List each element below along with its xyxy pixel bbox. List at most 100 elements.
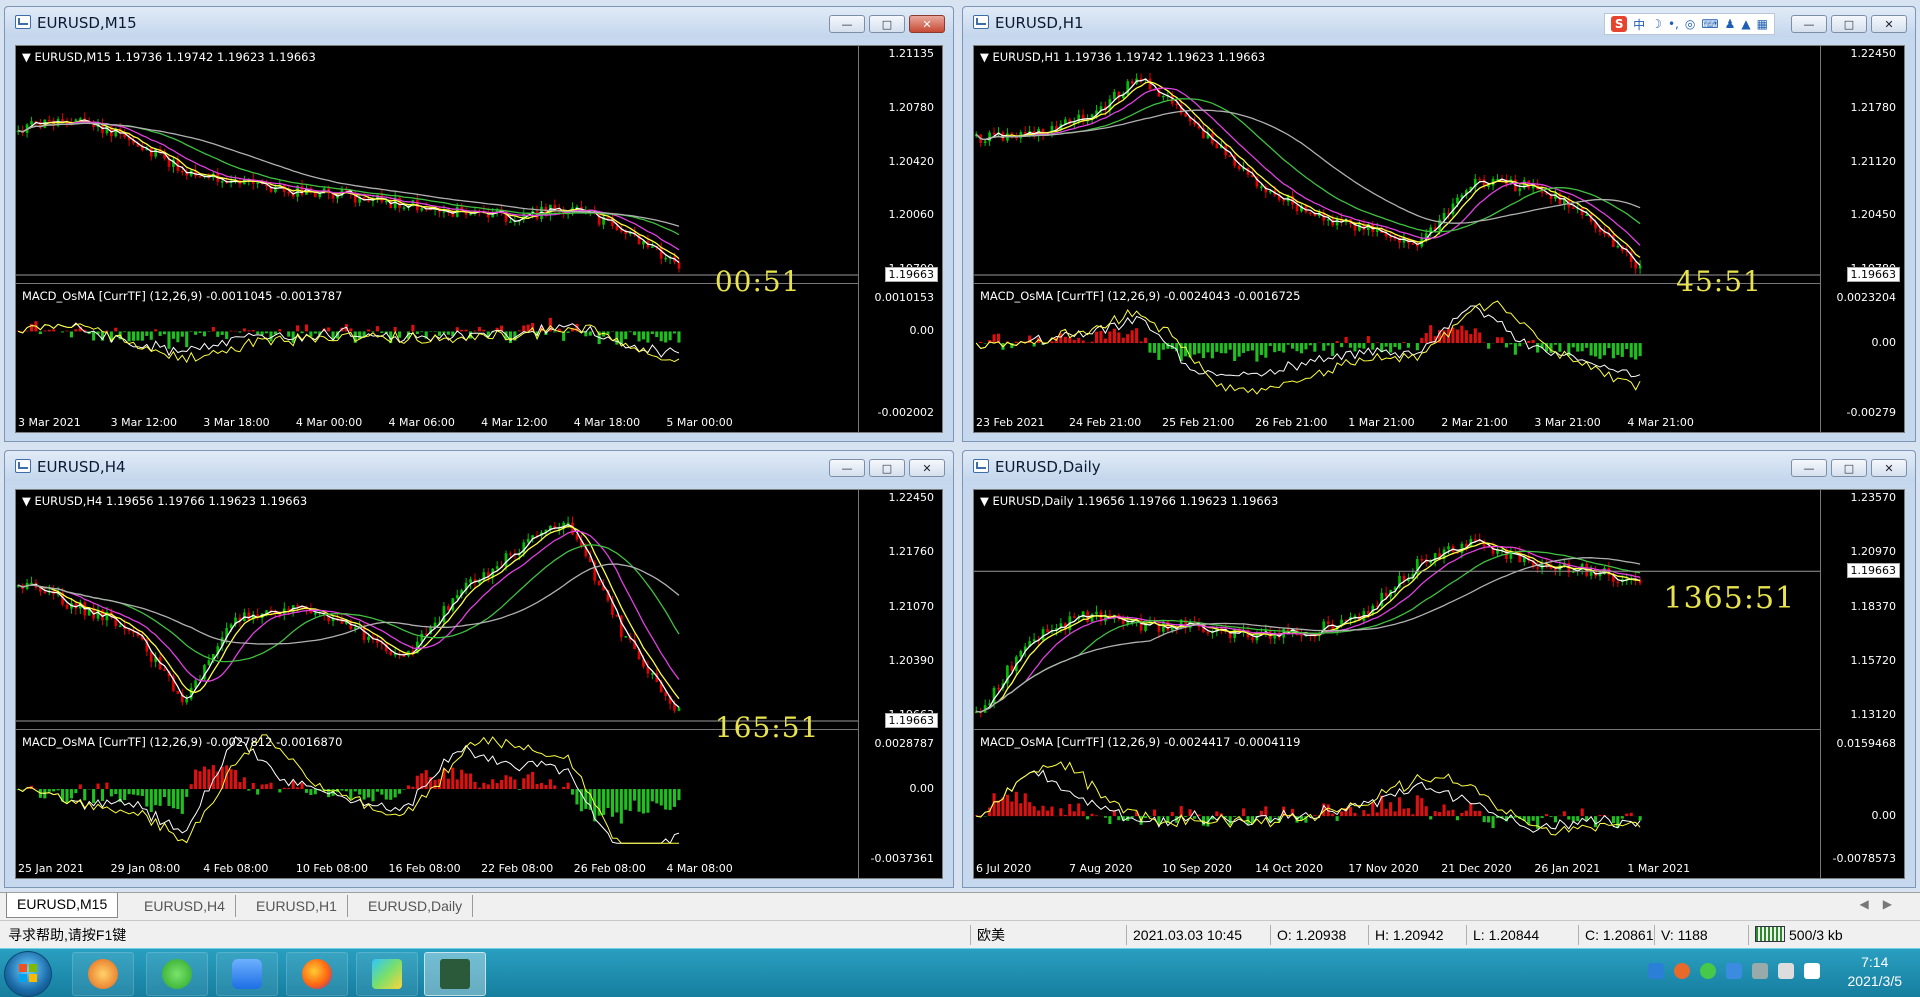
window-titlebar[interactable]: EURUSD,H4 — □ ✕ (5, 451, 953, 481)
chart-tab-bar: EURUSD,M15 EURUSD,H4 EURUSD,H1 EURUSD,Da… (0, 892, 1920, 921)
macd-histogram-bar (1549, 343, 1552, 353)
close-button[interactable]: ✕ (1871, 15, 1907, 33)
macd-histogram-bar (52, 789, 55, 791)
close-button[interactable]: ✕ (909, 15, 945, 33)
time-axis-label: 3 Mar 12:00 (111, 416, 177, 429)
macd-histogram-bar (456, 779, 459, 789)
macd-histogram-bar (261, 331, 264, 335)
person-icon[interactable]: ♟ (1725, 17, 1736, 31)
video-player-icon (372, 959, 402, 989)
candle-body (154, 149, 157, 157)
system-clock[interactable]: 7:14 2021/3/5 (1848, 953, 1903, 991)
tray-shield-icon[interactable] (1726, 963, 1742, 979)
tray-signal-icon[interactable] (1804, 963, 1820, 979)
firefox-icon (302, 959, 332, 989)
macd-histogram-bar (1621, 343, 1624, 357)
macd-histogram-bar (496, 783, 499, 789)
macd-histogram-bar (1073, 340, 1076, 343)
chart-window-daily[interactable]: EURUSD,Daily — □ ✕ ▼ EURUSD,Daily 1.1965… (962, 450, 1916, 888)
price-chart[interactable]: ▼ EURUSD,M15 1.19736 1.19742 1.19623 1.1… (15, 45, 943, 433)
minimize-button[interactable]: — (1791, 459, 1827, 477)
candle-body (1042, 629, 1045, 640)
window-titlebar[interactable]: EURUSD,H1 S 中 ☽ •, ◎ ⌨ ♟ ▲ ▦ — □ ✕ (963, 7, 1915, 37)
macd-histogram-bar (1349, 807, 1352, 816)
macd-histogram-bar (1425, 333, 1428, 343)
keyboard-icon[interactable]: ⌨ (1701, 17, 1718, 31)
candle-body (1327, 219, 1330, 221)
maximize-button[interactable]: □ (1831, 15, 1867, 33)
start-button[interactable] (4, 951, 52, 997)
candle-body (678, 707, 681, 710)
connection-status[interactable]: 500/3 kb (1748, 925, 1843, 945)
bar-countdown-timer: 1365:51 (1663, 581, 1795, 616)
macd-histogram-bar (309, 789, 312, 795)
window-title: EURUSD,H4 (37, 458, 126, 476)
macd-histogram-bar (1349, 343, 1352, 348)
chart-window-h1[interactable]: EURUSD,H1 S 中 ☽ •, ◎ ⌨ ♟ ▲ ▦ — □ ✕ ▼ EUR… (962, 6, 1916, 442)
window-titlebar[interactable]: EURUSD,Daily — □ ✕ (963, 451, 1915, 481)
close-button[interactable]: ✕ (909, 459, 945, 477)
macd-histogram-bar (1282, 343, 1285, 353)
tab-eurusd-m15[interactable]: EURUSD,M15 (6, 893, 118, 918)
tray-notes-icon[interactable] (1648, 963, 1664, 979)
taskbar-browser[interactable] (72, 952, 134, 996)
macd-histogram-bar (371, 331, 374, 332)
macd-histogram-bar (181, 789, 184, 814)
chart-window-m15[interactable]: EURUSD,M15 — □ ✕ ▼ EURUSD,M15 1.19736 1.… (4, 6, 954, 442)
tray-network-icon[interactable] (1752, 963, 1768, 979)
ime-toolbar[interactable]: S 中 ☽ •, ◎ ⌨ ♟ ▲ ▦ (1604, 13, 1775, 35)
tab-eurusd-h4[interactable]: EURUSD,H4 (134, 895, 236, 917)
macd-histogram-bar (1572, 343, 1575, 347)
price-axis-label: 1.20060 (889, 208, 935, 221)
taskbar-video-player[interactable] (356, 952, 418, 996)
price-chart[interactable]: ▼ EURUSD,H4 1.19656 1.19766 1.19623 1.19… (15, 489, 943, 879)
macd-histogram-bar (1068, 338, 1071, 343)
macd-histogram-bar (1224, 816, 1227, 817)
tab-scroll-arrows[interactable]: ◀▶ (1860, 897, 1906, 911)
moon-icon[interactable]: ☽ (1651, 17, 1662, 31)
tab-eurusd-daily[interactable]: EURUSD,Daily (358, 895, 473, 917)
chart-window-h4[interactable]: EURUSD,H4 — □ ✕ ▼ EURUSD,H4 1.19656 1.19… (4, 450, 954, 888)
tray-wechat-icon[interactable] (1700, 963, 1716, 979)
macd-histogram-bar (1193, 816, 1196, 819)
taskbar-wechat[interactable] (146, 952, 208, 996)
current-price-badge: 1.19663 (885, 713, 939, 728)
macd-histogram-bar (642, 789, 645, 813)
macd-histogram-bar (1554, 816, 1557, 822)
skin-icon[interactable]: ▲ (1741, 17, 1750, 31)
macd-histogram-bar (1050, 341, 1053, 343)
candle-body (1599, 574, 1602, 576)
candle-body (1487, 185, 1490, 187)
time-axis-label: 4 Mar 08:00 (666, 862, 732, 875)
maximize-button[interactable]: □ (869, 15, 905, 33)
tray-volume-icon[interactable] (1778, 963, 1794, 979)
macd-indicator-label: MACD_OsMA [CurrTF] (12,26,9) -0.0011045 … (22, 289, 342, 303)
candle-body (61, 119, 64, 122)
macd-axis-label: 0.0159468 (1837, 737, 1897, 750)
price-chart[interactable]: ▼ EURUSD,Daily 1.19656 1.19766 1.19623 1… (973, 489, 1905, 879)
maximize-button[interactable]: □ (1831, 459, 1867, 477)
moving-average-line (18, 564, 679, 644)
tab-eurusd-h1[interactable]: EURUSD,H1 (246, 895, 348, 917)
taskbar-notes[interactable] (216, 952, 278, 996)
close-button[interactable]: ✕ (1871, 459, 1907, 477)
window-titlebar[interactable]: EURUSD,M15 — □ ✕ (5, 7, 953, 37)
microphone-icon[interactable]: ◎ (1685, 17, 1695, 31)
ime-mode-label[interactable]: 中 (1633, 16, 1645, 33)
minimize-button[interactable]: — (829, 15, 865, 33)
macd-histogram-bar (513, 779, 516, 789)
macd-histogram-bar (305, 789, 308, 793)
macd-histogram-bar (1340, 811, 1343, 816)
macd-histogram-bar (411, 787, 414, 789)
macd-histogram-bar (1603, 343, 1606, 355)
price-chart[interactable]: ▼ EURUSD,H1 1.19736 1.19742 1.19623 1.19… (973, 45, 1905, 433)
punctuation-icon[interactable]: •, (1668, 17, 1679, 31)
macd-axis-label: 0.0023204 (1837, 291, 1897, 304)
minimize-button[interactable]: — (829, 459, 865, 477)
maximize-button[interactable]: □ (869, 459, 905, 477)
tray-browser-icon[interactable] (1674, 963, 1690, 979)
grid-icon[interactable]: ▦ (1757, 17, 1768, 31)
taskbar-firefox[interactable] (286, 952, 348, 996)
taskbar-mt4[interactable] (424, 952, 486, 996)
minimize-button[interactable]: — (1791, 15, 1827, 33)
